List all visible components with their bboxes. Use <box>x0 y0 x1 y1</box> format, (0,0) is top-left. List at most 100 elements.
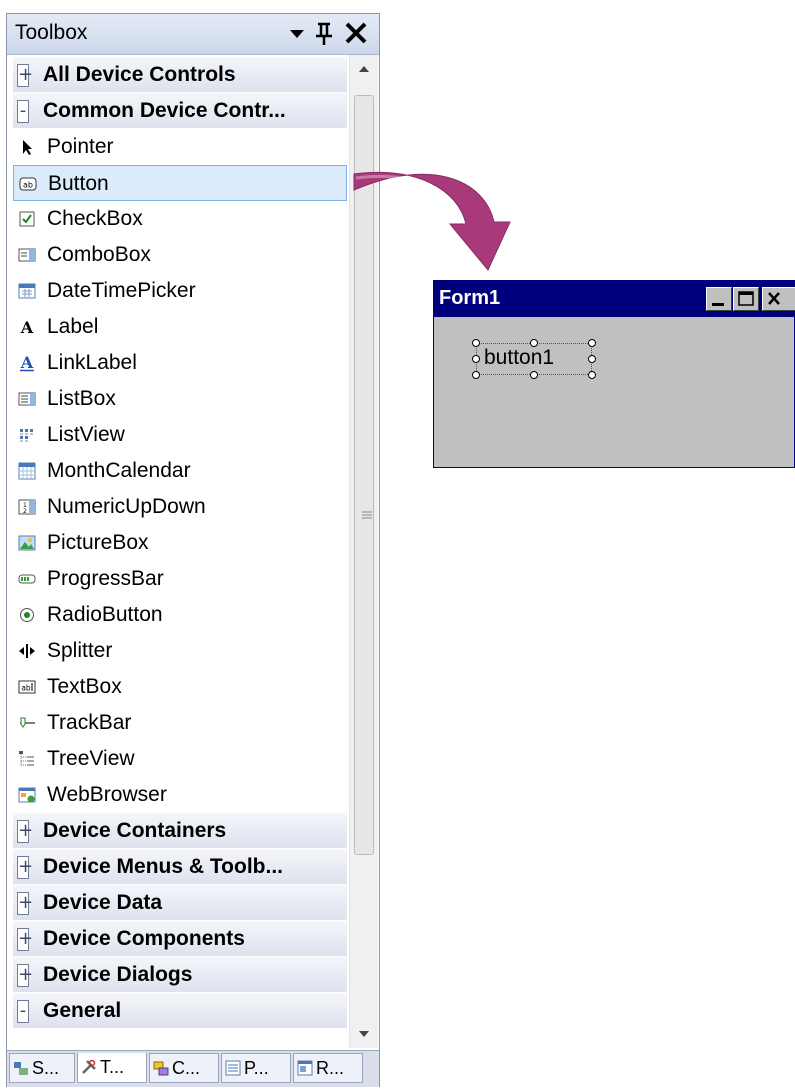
category-device-components[interactable]: + Device Components <box>13 921 347 957</box>
category-device-menus-toolbars[interactable]: + Device Menus & Toolb... <box>13 849 347 885</box>
toolbox-item-datetimepicker[interactable]: DateTimePicker <box>13 273 347 309</box>
resize-handle[interactable] <box>530 339 538 347</box>
toolbox-item-button[interactable]: ab Button <box>13 165 347 201</box>
solution-explorer-icon <box>14 1062 28 1075</box>
item-label: Pointer <box>47 135 114 158</box>
category-label: General <box>43 999 122 1022</box>
toolbox-item-picturebox[interactable]: PictureBox <box>13 525 347 561</box>
toolbox-panel: Toolbox + All Device Controls - Common D… <box>6 13 380 1087</box>
picturebox-icon <box>18 535 36 551</box>
toolbox-item-webbrowser[interactable]: WebBrowser <box>13 777 347 813</box>
resize-handle[interactable] <box>472 339 480 347</box>
toolbox-item-label[interactable]: A Label <box>13 309 347 345</box>
drag-arrow-icon <box>353 171 511 271</box>
scroll-up-icon[interactable] <box>350 55 378 83</box>
category-label: Device Containers <box>43 819 227 842</box>
close-button[interactable] <box>762 287 795 311</box>
toolbox-item-splitter[interactable]: Splitter <box>13 633 347 669</box>
item-label: ListBox <box>47 387 116 410</box>
combobox-icon <box>18 248 36 262</box>
svg-text:ab: ab <box>21 684 31 693</box>
class-view-icon <box>153 1061 169 1076</box>
tab-toolbox[interactable]: T... <box>77 1053 147 1083</box>
scroll-down-icon[interactable] <box>350 1020 378 1048</box>
toolbox-title-bar: Toolbox <box>7 14 379 55</box>
listview-icon <box>20 429 33 442</box>
webbrowser-icon <box>18 787 36 803</box>
category-label: Device Menus & Toolb... <box>43 855 283 878</box>
item-label: TrackBar <box>47 711 132 734</box>
minimize-icon <box>712 303 724 306</box>
svg-text:A: A <box>20 318 34 336</box>
tab-solution-explorer[interactable]: S... <box>9 1053 75 1083</box>
button1-control[interactable]: button1 <box>472 339 596 379</box>
category-label: Device Dialogs <box>43 963 193 986</box>
category-label: Device Data <box>43 891 163 914</box>
progressbar-icon <box>18 574 36 584</box>
trackbar-icon <box>20 717 35 728</box>
tab-properties[interactable]: P... <box>221 1053 291 1083</box>
expand-icon[interactable]: + <box>17 64 33 87</box>
toolbox-item-combobox[interactable]: ComboBox <box>13 237 347 273</box>
expand-icon[interactable]: + <box>17 928 33 951</box>
splitter-icon <box>19 644 35 658</box>
resize-handle[interactable] <box>588 355 596 363</box>
form-title: Form1 <box>439 287 501 309</box>
toolbox-item-pointer[interactable]: Pointer <box>13 129 347 165</box>
toolbox-item-listbox[interactable]: ListBox <box>13 381 347 417</box>
toolbox-item-trackbar[interactable]: TrackBar <box>13 705 347 741</box>
tab-class-view[interactable]: C... <box>149 1053 219 1083</box>
pin-icon[interactable] <box>313 18 335 56</box>
tool-window-tabs: S... T... C... P... R... <box>7 1050 379 1087</box>
toolbox-item-numericupdown[interactable]: 12 NumericUpDown <box>13 489 347 525</box>
item-label: LinkLabel <box>47 351 137 374</box>
toolbox-item-monthcalendar[interactable]: MonthCalendar <box>13 453 347 489</box>
toolbox-item-checkbox[interactable]: CheckBox <box>13 201 347 237</box>
toolbox-item-treeview[interactable]: TreeView <box>13 741 347 777</box>
numericupdown-icon: 12 <box>18 499 36 515</box>
minimize-button[interactable] <box>706 287 732 311</box>
resize-handle[interactable] <box>588 339 596 347</box>
properties-icon <box>225 1060 241 1076</box>
expand-icon[interactable]: + <box>17 892 33 915</box>
resource-view-icon <box>297 1060 313 1076</box>
button-icon: ab <box>19 177 37 191</box>
monthcalendar-icon <box>18 462 36 480</box>
category-device-containers[interactable]: + Device Containers <box>13 813 347 849</box>
button1-label: button1 <box>484 346 555 369</box>
category-all-device-controls[interactable]: + All Device Controls <box>13 57 347 93</box>
maximize-button[interactable] <box>733 287 759 311</box>
pointer-icon <box>23 140 32 155</box>
resize-handle[interactable] <box>530 371 538 379</box>
expand-icon[interactable]: + <box>17 820 33 843</box>
resize-handle[interactable] <box>472 355 480 363</box>
toolbox-item-radiobutton[interactable]: RadioButton <box>13 597 347 633</box>
item-label: TextBox <box>47 675 122 698</box>
collapse-icon[interactable]: - <box>17 1000 29 1023</box>
item-label: PictureBox <box>47 531 149 554</box>
toolbox-item-listview[interactable]: ListView <box>13 417 347 453</box>
collapse-icon[interactable]: - <box>17 100 29 123</box>
toolbox-item-progressbar[interactable]: ProgressBar <box>13 561 347 597</box>
tab-label: T... <box>100 1057 125 1077</box>
label-icon: A <box>20 318 34 336</box>
radiobutton-icon <box>20 608 34 622</box>
toolbox-item-linklabel[interactable]: A LinkLabel <box>13 345 347 381</box>
expand-icon[interactable]: + <box>17 856 33 879</box>
resize-handle[interactable] <box>472 371 480 379</box>
category-general[interactable]: - General <box>13 993 347 1029</box>
item-label: WebBrowser <box>47 783 167 806</box>
toolbox-item-textbox[interactable]: ab TextBox <box>13 669 347 705</box>
category-device-dialogs[interactable]: + Device Dialogs <box>13 957 347 993</box>
expand-icon[interactable]: + <box>17 964 33 987</box>
dropdown-icon[interactable] <box>287 18 307 56</box>
tab-resource-view[interactable]: R... <box>293 1053 363 1083</box>
category-common-device-controls[interactable]: - Common Device Contr... <box>13 93 347 129</box>
category-device-data[interactable]: + Device Data <box>13 885 347 921</box>
item-label: ListView <box>47 423 125 446</box>
close-icon[interactable] <box>343 18 369 56</box>
item-label: DateTimePicker <box>47 279 196 302</box>
item-label: NumericUpDown <box>47 495 206 518</box>
maximize-icon <box>738 291 754 306</box>
resize-handle[interactable] <box>588 371 596 379</box>
